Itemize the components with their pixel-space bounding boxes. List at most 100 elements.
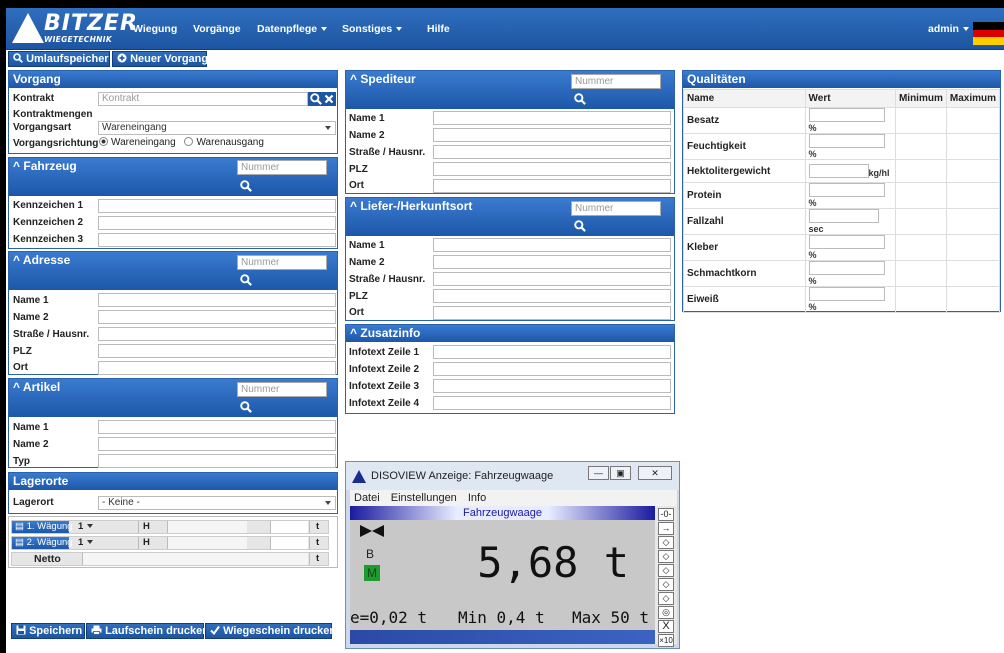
- quality-value-input[interactable]: [808, 108, 885, 122]
- user-menu[interactable]: admin: [928, 23, 969, 35]
- search-icon[interactable]: [240, 274, 252, 286]
- side-button-tare-icon[interactable]: →: [658, 522, 674, 535]
- artikel-nummer-input[interactable]: Nummer: [237, 382, 327, 397]
- spediteur-plz-input[interactable]: [433, 162, 671, 176]
- kennzeichen-1-input[interactable]: [98, 199, 336, 213]
- collapse-icon[interactable]: ^: [13, 380, 20, 394]
- side-button-diamond-icon[interactable]: ◇: [658, 564, 674, 577]
- close-window-button[interactable]: ✕: [638, 466, 672, 480]
- side-button-diamond-icon[interactable]: ◇: [658, 536, 674, 549]
- spediteur-name1-input[interactable]: [433, 111, 671, 125]
- col-name: Name: [683, 89, 806, 108]
- kennzeichen-2-input[interactable]: [98, 216, 336, 230]
- nav-vorgaenge[interactable]: Vorgänge: [193, 23, 241, 35]
- collapse-icon[interactable]: ^: [350, 72, 357, 86]
- herkunft-ort-input[interactable]: [433, 306, 671, 320]
- adresse-plz-input[interactable]: [98, 344, 336, 358]
- maximize-button[interactable]: ▣: [610, 466, 631, 480]
- side-button-zero-icon[interactable]: -0-: [658, 508, 674, 521]
- nav-datenpflege[interactable]: Datenpflege: [257, 23, 328, 35]
- umlaufspeicher-button[interactable]: Umlaufspeicher: [8, 51, 110, 67]
- quality-value-input[interactable]: [808, 164, 869, 178]
- side-button-lock-icon[interactable]: ◎: [658, 606, 674, 619]
- speichern-button[interactable]: Speichern: [11, 623, 85, 639]
- herkunft-strasse-input[interactable]: [433, 272, 671, 286]
- infotext-1-input[interactable]: [433, 345, 671, 359]
- waegung-2-row: ▤ 2. Wägung 1 H t: [11, 536, 329, 550]
- quality-unit: sec: [808, 224, 824, 234]
- umlaufspeicher-label: Umlaufspeicher: [26, 53, 109, 65]
- collapse-icon[interactable]: ^: [350, 199, 357, 213]
- close-icon[interactable]: [324, 94, 334, 104]
- fahrzeug-nummer-input[interactable]: Nummer: [237, 160, 327, 175]
- side-button-x-icon[interactable]: X: [658, 620, 674, 633]
- search-icon[interactable]: [240, 180, 252, 192]
- spediteur-ort-input[interactable]: [433, 179, 671, 193]
- nav-hilfe[interactable]: Hilfe: [427, 23, 450, 35]
- artikel-typ-input[interactable]: [98, 454, 336, 468]
- search-icon[interactable]: [574, 220, 586, 232]
- quality-value-input[interactable]: [808, 235, 885, 249]
- laufschein-drucken-button[interactable]: Laufschein drucken: [86, 623, 209, 639]
- waegung-2-button[interactable]: ▤ 2. Wägung: [12, 537, 73, 549]
- menu-einstellungen[interactable]: Einstellungen: [391, 492, 457, 504]
- adresse-name1-input[interactable]: [98, 293, 336, 307]
- side-button-x10[interactable]: ×10: [658, 634, 674, 647]
- search-icon[interactable]: [310, 93, 322, 105]
- spediteur-strasse-input[interactable]: [433, 145, 671, 159]
- search-icon[interactable]: [240, 401, 252, 413]
- kennzeichen-1-label: Kennzeichen 1: [13, 200, 84, 211]
- quality-value-input[interactable]: [808, 209, 879, 223]
- kennzeichen-3-input[interactable]: [98, 233, 336, 247]
- menu-info[interactable]: Info: [468, 492, 486, 504]
- neuer-vorgang-button[interactable]: Neuer Vorgang: [112, 51, 208, 67]
- lagerorte-header: Lagerorte: [9, 473, 337, 490]
- herkunft-name1-input[interactable]: [433, 238, 671, 252]
- artikel-name1-input[interactable]: [98, 420, 336, 434]
- search-icon[interactable]: [574, 93, 586, 105]
- quality-value-input[interactable]: [808, 261, 885, 275]
- quality-name: Besatz: [683, 107, 806, 134]
- artikel-name2-input[interactable]: [98, 437, 336, 451]
- menu-datei[interactable]: Datei: [354, 492, 380, 504]
- waegung-1-select[interactable]: 1: [74, 521, 114, 533]
- waegung-2-select[interactable]: 1: [74, 537, 114, 549]
- infotext-3-input[interactable]: [433, 379, 671, 393]
- collapse-icon[interactable]: ^: [350, 326, 357, 340]
- spediteur-plz-label: PLZ: [349, 164, 368, 175]
- bitzer-logo[interactable]: BITZER WIEGETECHNIK: [12, 11, 137, 47]
- infotext-4-input[interactable]: [433, 396, 671, 410]
- herkunft-plz-input[interactable]: [433, 289, 671, 303]
- radio-warenausgang[interactable]: [184, 137, 194, 146]
- quality-value-input[interactable]: [808, 287, 885, 301]
- side-button-diamond-icon[interactable]: ◇: [658, 592, 674, 605]
- adresse-nummer-input[interactable]: Nummer: [237, 255, 327, 270]
- adresse-name2-input[interactable]: [98, 310, 336, 324]
- quality-value-input[interactable]: [808, 183, 885, 197]
- side-button-diamond-icon[interactable]: ◇: [658, 578, 674, 591]
- herkunft-name2-input[interactable]: [433, 255, 671, 269]
- lagerort-select[interactable]: - Keine -: [98, 496, 336, 510]
- minimize-button[interactable]: —: [588, 466, 609, 480]
- nav-sonstiges[interactable]: Sonstiges: [342, 23, 403, 35]
- german-flag-icon[interactable]: [973, 22, 1004, 45]
- wiegeschein-drucken-button[interactable]: Wiegeschein drucken: [205, 623, 336, 639]
- adresse-strasse-input[interactable]: [98, 327, 336, 341]
- waegung-1-h: H: [138, 521, 166, 533]
- spediteur-name2-input[interactable]: [433, 128, 671, 142]
- adresse-ort-input[interactable]: [98, 361, 336, 375]
- spediteur-nummer-input[interactable]: Nummer: [571, 74, 661, 89]
- waegung-2-weight: [270, 537, 308, 549]
- collapse-icon[interactable]: ^: [13, 159, 20, 173]
- radio-wareneingang[interactable]: [99, 137, 108, 146]
- quality-value-input[interactable]: [808, 134, 885, 148]
- nav-wiegung[interactable]: Wiegung: [133, 23, 177, 35]
- vorgangsart-select[interactable]: Wareneingang: [98, 121, 336, 135]
- infotext-2-input[interactable]: [433, 362, 671, 376]
- waegung-1-button[interactable]: ▤ 1. Wägung: [12, 521, 73, 533]
- side-button-diamond-icon[interactable]: ◇: [658, 550, 674, 563]
- collapse-icon[interactable]: ^: [13, 253, 20, 267]
- herkunftsort-nummer-input[interactable]: Nummer: [571, 201, 661, 216]
- kontrakt-input[interactable]: Kontrakt: [98, 92, 308, 106]
- disoview-titlebar[interactable]: DISOVIEW Anzeige: Fahrzeugwaage — ▣ ✕: [346, 462, 679, 490]
